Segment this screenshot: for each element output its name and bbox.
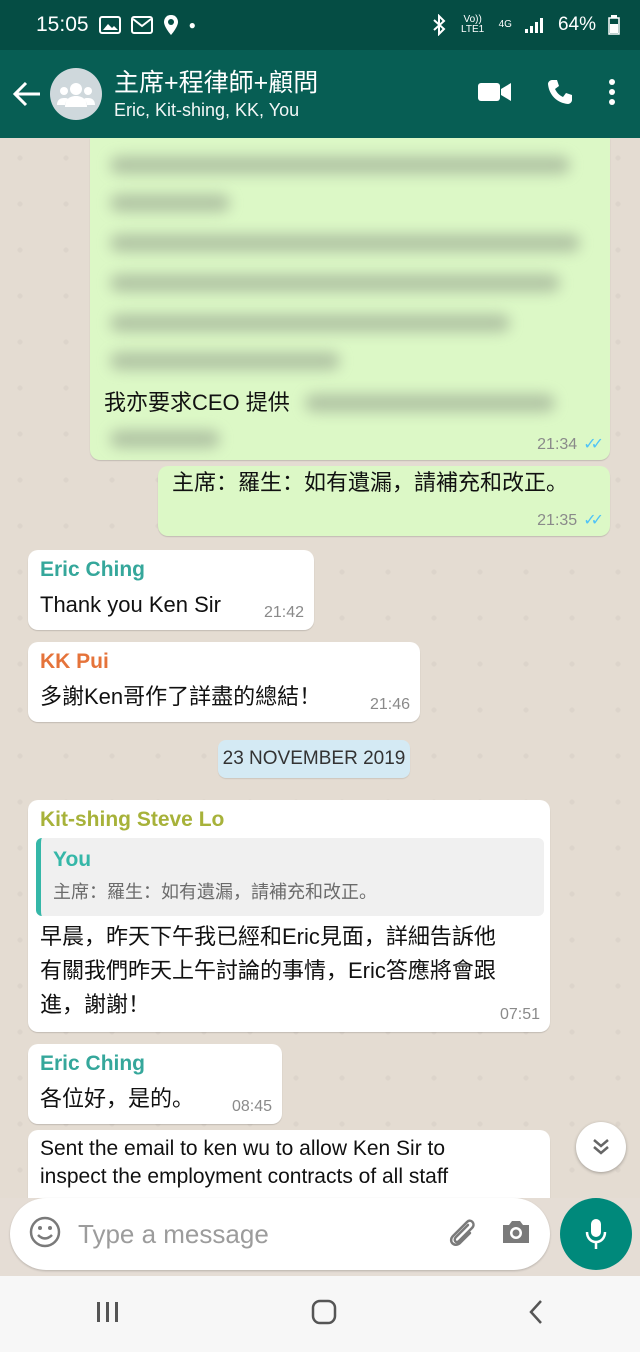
message-text: 多謝Ken哥作了詳盡的總結！ [40, 684, 322, 709]
more-options-icon [609, 78, 615, 105]
message-time: 07:51 [499, 1006, 540, 1023]
quote-author: You [53, 848, 92, 871]
video-call-button[interactable] [478, 81, 512, 108]
back-nav-button[interactable] [527, 1298, 545, 1331]
mic-icon [585, 1219, 607, 1249]
scroll-to-bottom-button[interactable] [576, 1122, 626, 1172]
quote-text: 主席：羅生：如有遺漏，請補充和改正。 [53, 882, 377, 902]
recents-icon [96, 1301, 118, 1322]
message-input[interactable] [78, 1218, 446, 1250]
message-composer [10, 1198, 550, 1270]
back-arrow-icon [12, 81, 40, 107]
message-text: 我亦要求CEO 提供 [104, 390, 290, 415]
more-options-button[interactable] [608, 78, 616, 111]
group-icon [57, 83, 95, 107]
date-separator: 23 NOVEMBER 2019 [218, 740, 410, 778]
incoming-message[interactable]: KK Pui 多謝Ken哥作了詳盡的總結！ 21:46 [28, 642, 420, 722]
back-chevron-icon [529, 1299, 543, 1324]
quoted-message[interactable]: You 主席：羅生：如有遺漏，請補充和改正。 [36, 838, 544, 916]
outgoing-message[interactable]: 主席：羅生：如有遺漏，請補充和改正。 21:35 ✓✓ [158, 466, 610, 536]
message-meta: 21:35 ✓✓ [537, 510, 604, 530]
camera-icon [503, 1220, 529, 1243]
outgoing-message-blurred[interactable]: 我亦要求CEO 提供 21:34 ✓✓ [90, 138, 610, 460]
message-meta: 21:34 ✓✓ [537, 434, 604, 454]
message-time: 08:45 [231, 1098, 272, 1115]
message-text: 主席：羅生：如有遺漏，請補充和改正。 [172, 470, 569, 495]
read-receipt-icon: ✓✓ [583, 512, 604, 529]
home-icon [311, 1299, 337, 1324]
message-text-line: 進，謝謝！ [40, 992, 151, 1017]
message-text: Thank you Ken Sir [40, 592, 221, 617]
gallery-icon [98, 16, 121, 34]
emoji-button[interactable] [28, 1215, 62, 1254]
sender-name[interactable]: KK Pui [40, 650, 109, 674]
message-time: 21:35 [537, 512, 578, 529]
bluetooth-icon [431, 14, 447, 36]
sender-name[interactable]: Eric Ching [40, 558, 145, 582]
message-time: 21:46 [369, 696, 410, 713]
message-text: 各位好，是的。 [40, 1086, 195, 1111]
message-text-line: 早晨，昨天下午我已經和Eric見面，詳細告訴他 [40, 924, 496, 949]
network-type: 4G [498, 19, 512, 30]
message-time: 21:42 [263, 604, 304, 621]
sender-name[interactable]: Kit-shing Steve Lo [40, 808, 224, 832]
camera-button[interactable] [500, 1218, 532, 1251]
back-button[interactable] [4, 50, 50, 138]
notification-dot-icon: ● [188, 18, 196, 32]
incoming-message-reply[interactable]: Kit-shing Steve Lo You 主席：羅生：如有遺漏，請補充和改正… [28, 800, 550, 1032]
voice-call-button[interactable] [546, 78, 574, 111]
status-time: 15:05 [36, 13, 89, 36]
system-nav-bar [0, 1276, 640, 1352]
status-bar: 15:05 ● Vo)) LTE1 4G 64% [0, 0, 640, 50]
voice-message-button[interactable] [560, 1198, 632, 1270]
incoming-message[interactable]: Eric Ching Thank you Ken Sir 21:42 [28, 550, 314, 630]
chat-title-block[interactable]: 主席+程律師+顧問 Eric, Kit-shing, KK, You [114, 68, 478, 121]
gmail-icon [130, 16, 153, 34]
sender-name[interactable]: Eric Ching [40, 1052, 145, 1076]
message-text-line: 有關我們昨天上午討論的事情，Eric答應將會跟 [40, 958, 496, 983]
battery-percent: 64% [557, 14, 596, 35]
group-members: Eric, Kit-shing, KK, You [114, 99, 300, 120]
battery-icon [608, 15, 620, 35]
location-icon [163, 14, 179, 36]
signal-icon [524, 16, 546, 34]
home-button[interactable] [310, 1298, 338, 1331]
double-chevron-down-icon [593, 1139, 609, 1155]
paperclip-icon [449, 1218, 475, 1246]
incoming-message[interactable]: Eric Ching 各位好，是的。 08:45 [28, 1044, 282, 1124]
phone-icon [548, 79, 572, 104]
incoming-message[interactable]: Sent the email to ken wu to allow Ken Si… [28, 1130, 550, 1198]
recents-button[interactable] [95, 1300, 121, 1329]
attach-button[interactable] [446, 1215, 476, 1254]
message-text-line: inspect the employment contracts of all … [40, 1165, 449, 1188]
message-time: 21:34 [537, 436, 578, 453]
emoji-icon [29, 1216, 61, 1247]
volte-indicator: Vo)) LTE1 [461, 14, 485, 35]
chat-header: 主席+程律師+顧問 Eric, Kit-shing, KK, You [0, 50, 640, 138]
video-call-icon [478, 82, 511, 101]
chat-area[interactable]: 我亦要求CEO 提供 21:34 ✓✓ 主席：羅生：如有遺漏，請補充和改正。 21… [0, 138, 640, 1198]
read-receipt-icon: ✓✓ [583, 436, 604, 453]
group-title: 主席+程律師+顧問 [114, 68, 319, 97]
group-avatar[interactable] [50, 68, 102, 120]
